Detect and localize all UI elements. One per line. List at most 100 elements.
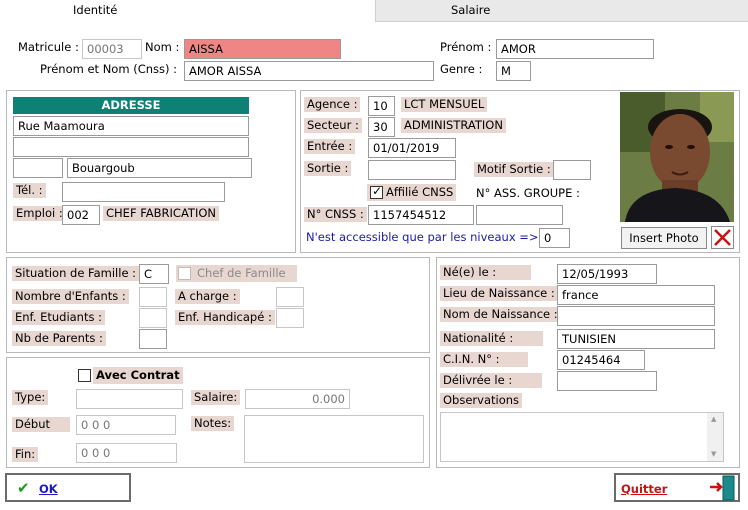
observations-textarea[interactable] <box>440 412 724 462</box>
nationalite-label: Nationalité : <box>440 331 544 346</box>
genre-field[interactable]: M <box>496 61 531 81</box>
cnss-number-field[interactable]: 1157454512 <box>368 205 474 225</box>
tab-salaire[interactable]: Salaire <box>375 0 748 22</box>
prenom-label: Prénom : <box>440 40 492 54</box>
enf-handicape-field[interactable] <box>276 308 304 328</box>
secteur-code-field[interactable]: 30 <box>368 117 395 137</box>
agence-code-field[interactable]: 10 <box>368 96 395 116</box>
tel-label: Tél. : <box>13 183 46 198</box>
nom-naissance-label: Nom de Naissance : <box>440 307 561 322</box>
sortie-date-field[interactable] <box>368 160 456 180</box>
chef-famille-label: Chef de Famille <box>197 266 286 280</box>
scroll-down-icon: ▼ <box>711 450 717 458</box>
tab-identite[interactable]: Identité <box>0 0 375 22</box>
exit-door-icon <box>710 475 735 501</box>
genre-label: Genre : <box>440 62 483 76</box>
cin-field[interactable]: 01245464 <box>557 350 645 370</box>
ass-groupe-label: N° ASS. GROUPE : <box>476 186 580 200</box>
quitter-label: Quitter <box>621 482 668 496</box>
tel-field[interactable] <box>62 182 225 202</box>
motif-sortie-field[interactable] <box>553 160 591 180</box>
agence-label: Agence : <box>304 97 361 112</box>
delivree-label: Délivrée le : <box>440 373 543 388</box>
ok-label: OK <box>39 482 58 496</box>
prenom-nom-cnss-field[interactable]: AMOR AISSA <box>184 61 434 81</box>
delete-x-icon <box>714 229 731 246</box>
type-field[interactable] <box>76 389 183 409</box>
affilie-cnss-toggle[interactable]: ✓ Affilié CNSS <box>367 184 456 201</box>
tab-identite-label: Identité <box>73 3 118 17</box>
address-line2-field[interactable] <box>13 137 249 157</box>
delivree-date-field[interactable] <box>557 371 657 391</box>
emploi-label: Emploi : <box>13 206 66 221</box>
access-level-field[interactable]: 0 <box>539 228 570 248</box>
delete-photo-button[interactable] <box>711 226 734 249</box>
postal-code-field[interactable] <box>13 158 63 178</box>
affilie-cnss-checkbox[interactable]: ✓ <box>370 184 383 199</box>
matricule-field[interactable]: 00003 <box>82 39 142 59</box>
motif-sortie-label: Motif Sortie : <box>474 162 554 177</box>
city-field[interactable]: Bouargoub <box>67 158 252 178</box>
entree-label: Entrée : <box>304 139 356 154</box>
nb-enfants-field[interactable] <box>139 287 167 307</box>
lieu-naissance-field[interactable]: france <box>557 285 715 305</box>
quitter-button[interactable]: Quitter <box>614 473 740 502</box>
fin-label: Fin: <box>12 447 39 462</box>
salaire-label: Salaire: <box>191 390 241 405</box>
scroll-up-icon: ▲ <box>711 415 717 423</box>
a-charge-label: A charge : <box>175 289 240 304</box>
sortie-label: Sortie : <box>304 161 352 176</box>
situation-field[interactable]: C <box>139 264 169 284</box>
agence-name: LCT MENSUEL <box>401 97 488 112</box>
avec-contrat-label: Avec Contrat <box>93 367 183 384</box>
a-charge-field[interactable] <box>276 287 304 307</box>
cnss-label: N° CNSS : <box>304 207 367 222</box>
checkmark-icon: ✔ <box>17 479 30 497</box>
address-header: ADRESSE <box>13 97 249 114</box>
insert-photo-button[interactable]: Insert Photo <box>621 227 707 249</box>
emploi-code-field[interactable]: 002 <box>62 205 100 225</box>
nee-le-field[interactable]: 12/05/1993 <box>557 264 657 284</box>
nationalite-field[interactable]: TUNISIEN <box>557 329 715 349</box>
chef-famille-toggle[interactable]: Chef de Famille <box>176 265 297 282</box>
enf-etudiants-field[interactable] <box>139 308 167 328</box>
tab-salaire-label: Salaire <box>451 3 491 17</box>
avec-contrat-toggle[interactable]: Avec Contrat <box>76 367 188 384</box>
entree-date-field[interactable]: 01/01/2019 <box>368 138 456 158</box>
cnss-extra-field[interactable] <box>476 205 563 225</box>
access-level-note: N'est accessible que par les niveaux => <box>306 230 539 244</box>
nom-label: Nom : <box>145 40 180 54</box>
debut-date-field[interactable]: 0 0 0 <box>76 415 176 435</box>
prenom-field[interactable]: AMOR <box>496 39 654 59</box>
nee-le-label: Né(e) le : <box>440 265 532 280</box>
secteur-label: Secteur : <box>304 118 362 133</box>
emploi-name: CHEF FABRICATION <box>103 206 219 221</box>
enf-handicape-label: Enf. Handicapé : <box>175 310 275 325</box>
situation-label: Situation de Famille : <box>12 266 140 281</box>
observations-label: Observations <box>440 393 523 408</box>
affilie-cnss-label: Affilié CNSS <box>386 185 454 199</box>
observations-scrollbar[interactable]: ▲ ▼ <box>707 413 723 461</box>
prenom-nom-cnss-label: Prénom et Nom (Cnss) : <box>40 62 178 76</box>
check-icon: ✓ <box>372 184 383 198</box>
enf-etudiants-label: Enf. Etudiants : <box>12 310 106 325</box>
portrait-icon <box>620 92 734 222</box>
secteur-name: ADMINISTRATION <box>401 118 506 133</box>
address-line1-field[interactable]: Rue Maamoura <box>13 116 249 136</box>
cin-label: C.I.N. N° : <box>440 352 528 367</box>
ok-button[interactable]: ✔ OK <box>5 473 131 502</box>
nb-parents-label: Nb de Parents : <box>12 331 106 346</box>
lieu-naissance-label: Lieu de Naissance : <box>440 286 558 301</box>
employee-photo <box>620 92 734 222</box>
notes-textarea[interactable] <box>244 415 424 463</box>
chef-famille-checkbox[interactable] <box>178 267 191 280</box>
avec-contrat-checkbox[interactable] <box>78 369 91 382</box>
nom-field[interactable]: AISSA <box>184 39 341 59</box>
salaire-field[interactable]: 0.000 <box>245 389 350 409</box>
fin-date-field[interactable]: 0 0 0 <box>76 443 177 463</box>
nom-naissance-field[interactable] <box>557 306 715 326</box>
nb-parents-field[interactable] <box>139 329 167 349</box>
debut-label: Début <box>12 417 71 432</box>
nb-enfants-label: Nombre d'Enfants : <box>12 289 129 304</box>
type-label: Type: <box>12 390 49 405</box>
